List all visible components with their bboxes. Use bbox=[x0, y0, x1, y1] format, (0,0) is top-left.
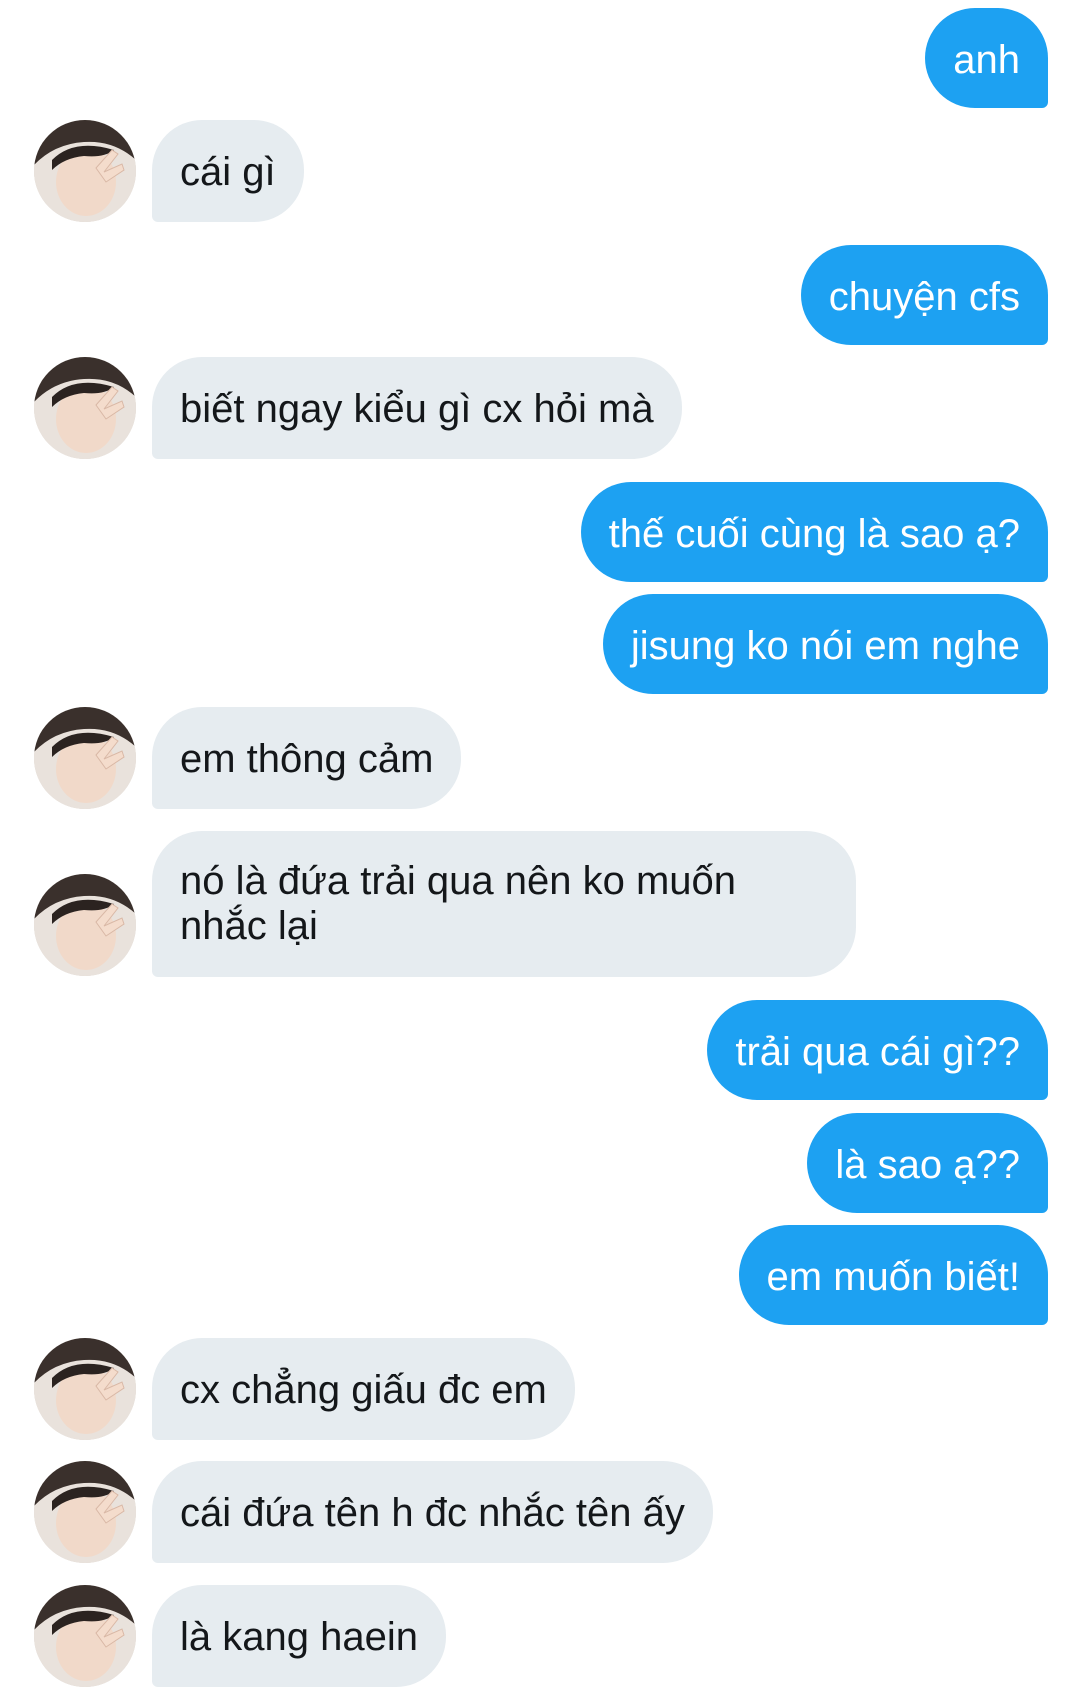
outgoing-message-bubble[interactable]: trải qua cái gì?? bbox=[707, 1000, 1048, 1100]
contact-avatar[interactable] bbox=[34, 707, 136, 809]
message-text: em muốn biết! bbox=[766, 1255, 1020, 1299]
message-text: em thông cảm bbox=[180, 737, 434, 781]
contact-avatar[interactable] bbox=[34, 1585, 136, 1687]
incoming-message-bubble[interactable]: là kang haein bbox=[152, 1585, 446, 1687]
message-text: trải qua cái gì?? bbox=[735, 1030, 1020, 1074]
contact-avatar[interactable] bbox=[34, 1461, 136, 1563]
message-text: là kang haein bbox=[180, 1615, 418, 1659]
avatar-photo-icon bbox=[34, 1338, 136, 1440]
message-thread: anh cái gì chuyện cfs biết ngay kiểu gì … bbox=[0, 0, 1080, 1688]
outgoing-message-bubble[interactable]: em muốn biết! bbox=[738, 1225, 1048, 1325]
incoming-message-bubble[interactable]: cái gì bbox=[152, 120, 304, 222]
outgoing-message-bubble[interactable]: chuyện cfs bbox=[800, 245, 1048, 345]
message-text: cái gì bbox=[180, 150, 276, 194]
incoming-message-bubble[interactable]: biết ngay kiểu gì cx hỏi mà bbox=[152, 357, 682, 459]
contact-avatar[interactable] bbox=[34, 874, 136, 976]
outgoing-message-bubble[interactable]: anh bbox=[925, 8, 1048, 108]
outgoing-message-bubble[interactable]: là sao ạ?? bbox=[807, 1113, 1048, 1213]
message-text: là sao ạ?? bbox=[835, 1143, 1020, 1187]
avatar-photo-icon bbox=[34, 707, 136, 809]
incoming-message-bubble[interactable]: nó là đứa trải qua nên ko muốn nhắc lại bbox=[152, 831, 856, 977]
message-text: thế cuối cùng là sao ạ? bbox=[608, 512, 1020, 556]
avatar-photo-icon bbox=[34, 874, 136, 976]
message-text: jisung ko nói em nghe bbox=[630, 624, 1020, 668]
avatar-photo-icon bbox=[34, 1585, 136, 1687]
outgoing-message-bubble[interactable]: thế cuối cùng là sao ạ? bbox=[580, 482, 1048, 582]
incoming-message-bubble[interactable]: cx chẳng giấu đc em bbox=[152, 1338, 575, 1440]
message-text: nó là đứa trải qua nên ko muốn nhắc lại bbox=[180, 859, 737, 948]
avatar-photo-icon bbox=[34, 357, 136, 459]
message-text: anh bbox=[953, 38, 1020, 82]
contact-avatar[interactable] bbox=[34, 357, 136, 459]
message-text: cx chẳng giấu đc em bbox=[180, 1368, 547, 1412]
avatar-photo-icon bbox=[34, 120, 136, 222]
message-text: biết ngay kiểu gì cx hỏi mà bbox=[180, 387, 654, 431]
incoming-message-bubble[interactable]: em thông cảm bbox=[152, 707, 462, 809]
contact-avatar[interactable] bbox=[34, 120, 136, 222]
message-text: chuyện cfs bbox=[828, 275, 1020, 319]
message-text: cái đứa tên h đc nhắc tên ấy bbox=[180, 1491, 685, 1535]
avatar-photo-icon bbox=[34, 1461, 136, 1563]
incoming-message-bubble[interactable]: cái đứa tên h đc nhắc tên ấy bbox=[152, 1461, 713, 1563]
contact-avatar[interactable] bbox=[34, 1338, 136, 1440]
outgoing-message-bubble[interactable]: jisung ko nói em nghe bbox=[602, 594, 1048, 694]
